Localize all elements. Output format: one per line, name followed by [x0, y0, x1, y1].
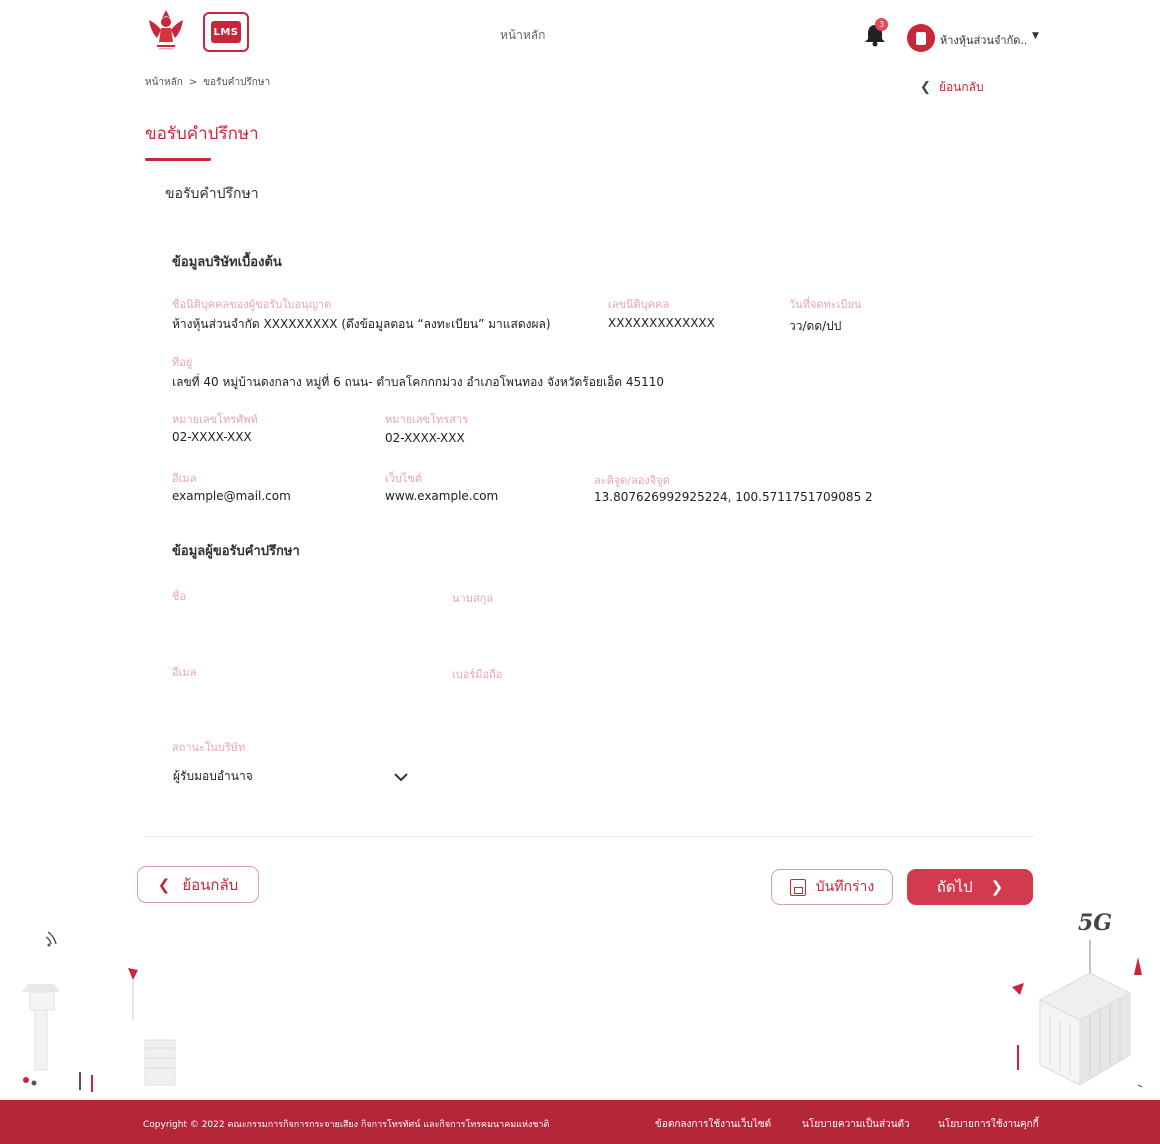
position-dropdown[interactable]: ผู้รับมอบอำนาจ	[165, 762, 415, 790]
city-illustration-left	[22, 931, 176, 1092]
fax-label: หมายเลขโทรสาร	[385, 413, 469, 426]
latlng-value: 13.807626992925224, 100.5711751709085 2	[594, 490, 873, 504]
company-info-title: ข้อมูลบริษัทเบื้องต้น	[172, 255, 282, 270]
breadcrumb: หน้าหลัก > ขอรับคำปรึกษา	[145, 75, 270, 90]
chevron-right-icon: ❯	[990, 878, 1004, 896]
save-draft-icon	[789, 878, 806, 896]
website-value: www.example.com	[385, 489, 499, 503]
company-avatar[interactable]	[907, 24, 935, 52]
phone-value: 02-XXXX-XXX	[172, 430, 252, 444]
site-footer: Copyright © 2022 คณะกรรมการกิจการกระจายเ…	[0, 1100, 1160, 1144]
juristic-id-value: XXXXXXXXXXXXX	[608, 316, 715, 330]
reg-date-value: วว/ดด/ปป	[789, 319, 842, 333]
garuda-emblem-logo[interactable]	[145, 8, 187, 52]
form-divider	[145, 836, 1035, 837]
back-button[interactable]: ❮ ย้อนกลับ	[137, 866, 259, 903]
caret-down-icon[interactable]: ▼	[1032, 31, 1039, 41]
save-draft-button[interactable]: บันทึกร่าง	[771, 869, 893, 905]
breadcrumb-separator: >	[188, 77, 198, 88]
reg-date-label: วันที่จดทะเบียน	[789, 298, 862, 311]
lms-logo[interactable]: LMS	[203, 12, 249, 52]
company-name-menu[interactable]: ห้างหุ้นส่วนจำกัด..	[940, 31, 1027, 49]
latlng-label: ละติจูด/ลองจิจูด	[594, 474, 670, 487]
licensee-value: ห้างหุ้นส่วนจำกัด XXXXXXXXX (ดึงข้อมูลตอ…	[172, 317, 551, 331]
breadcrumb-home[interactable]: หน้าหลัก	[145, 75, 183, 90]
back-link-top[interactable]: ❮ ย้อนกลับ	[920, 78, 984, 97]
chevron-left-icon: ❮	[920, 80, 931, 95]
email-value: example@mail.com	[172, 489, 291, 503]
back-button-label: ย้อนกลับ	[182, 875, 239, 894]
city-illustration-right	[1012, 940, 1143, 1088]
5g-label: 5G	[1078, 910, 1113, 936]
email-label: อีเมล	[172, 472, 197, 485]
requester-email-input[interactable]	[170, 679, 420, 703]
footer-link-privacy[interactable]: นโยบายความเป็นส่วนตัว	[802, 1117, 910, 1132]
next-button-label: ถัดไป	[936, 878, 973, 896]
page-title: ขอรับคำปรึกษา	[145, 124, 259, 144]
position-dropdown-value: ผู้รับมอบอำนาจ	[173, 768, 253, 783]
phone-label: หมายเลขโทรศัพท์	[172, 413, 258, 426]
name-input[interactable]	[170, 603, 420, 627]
juristic-id-label: เลขนิติบุคคล	[608, 298, 670, 311]
next-button[interactable]: ถัดไป ❯	[907, 869, 1033, 905]
chevron-left-icon: ❮	[157, 875, 171, 894]
address-value: เลขที่ 40 หมู่บ้านดงกลาง หมู่ที่ 6 ถนน- …	[172, 375, 665, 389]
website-label: เว็บไซต์	[385, 472, 423, 485]
address-label: ที่อยู่	[172, 356, 193, 369]
chevron-down-icon	[393, 767, 409, 786]
requester-info-title: ข้อมูลผู้ขอรับคำปรึกษา	[172, 544, 300, 559]
mobile-input[interactable]	[450, 681, 700, 705]
save-draft-label: บันทึกร่าง	[815, 879, 875, 895]
surname-input[interactable]	[450, 605, 700, 629]
section-heading: ขอรับคำปรึกษา	[165, 186, 259, 202]
breadcrumb-current: ขอรับคำปรึกษา	[203, 77, 271, 88]
position-field-label: สถานะในบริษัท	[172, 741, 246, 754]
footer-copyright: Copyright © 2022 คณะกรรมการกิจการกระจายเ…	[143, 1120, 550, 1130]
footer-link-terms[interactable]: ข้อตกลงการใช้งานเว็บไซต์	[655, 1117, 771, 1132]
notification-count-badge: 3	[875, 18, 888, 31]
back-link-label: ย้อนกลับ	[938, 80, 984, 94]
nav-home-link[interactable]: หน้าหลัก	[500, 26, 545, 45]
fax-value: 02-XXXX-XXX	[385, 431, 465, 445]
lms-logo-text: LMS	[211, 21, 241, 43]
footer-link-cookie[interactable]: นโยบายการใช้งานคุกกี้	[938, 1117, 1039, 1132]
building-icon	[916, 31, 926, 45]
licensee-label: ชื่อนิติบุคคลของผู้ขอรับใบอนุญาต	[172, 298, 332, 311]
title-underline	[145, 158, 211, 161]
